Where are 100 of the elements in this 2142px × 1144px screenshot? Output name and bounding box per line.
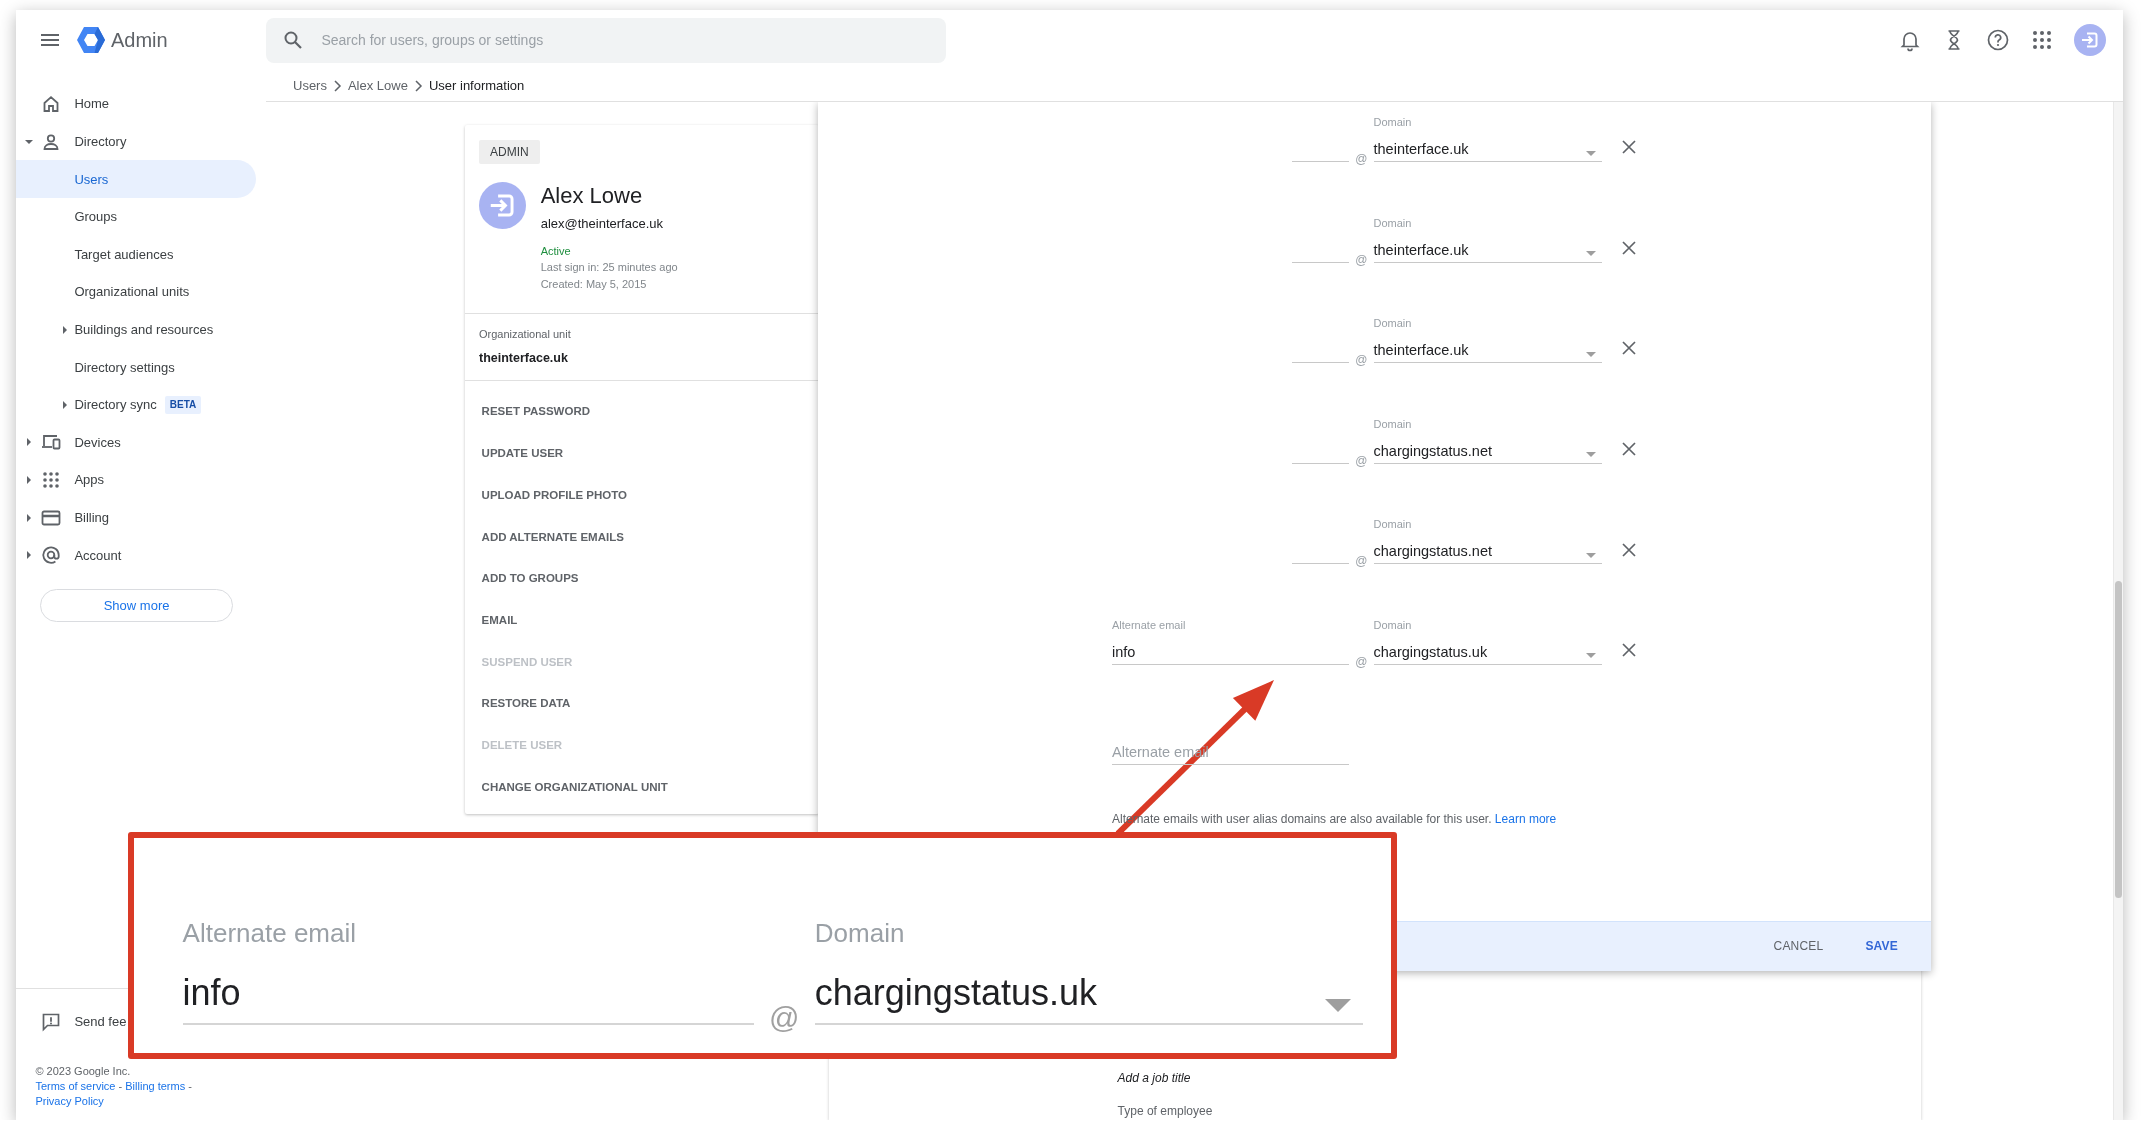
close-icon[interactable] (1622, 643, 1637, 658)
nav-item[interactable]: Groups (16, 197, 256, 236)
chevron-right-icon (413, 79, 423, 92)
nav-item[interactable]: Home (16, 85, 256, 123)
dropdown-caret-icon (1585, 653, 1596, 659)
nav-item[interactable]: Directory (16, 122, 256, 161)
nav-item[interactable]: Billing (16, 498, 256, 537)
caret-icon[interactable] (24, 139, 33, 144)
domain-select[interactable]: theinterface.uk (1373, 139, 1602, 162)
action-link[interactable]: RESTORE DATA (481, 697, 571, 710)
close-icon[interactable] (1622, 542, 1637, 557)
search-icon (283, 30, 303, 50)
domain-select[interactable]: chargingstatus.net (1373, 440, 1602, 464)
user-name: Alex Lowe (540, 183, 644, 210)
created-date-text: Created: May 5, 2015 (540, 276, 648, 292)
field-label: Domain (1373, 416, 1413, 431)
footer-link[interactable]: Privacy Policy (35, 1095, 104, 1107)
at-sign-icon (41, 545, 62, 566)
caret-icon[interactable] (26, 513, 31, 522)
action-link[interactable]: ADD ALTERNATE EMAILS (481, 530, 624, 543)
app-name: Admin (111, 28, 168, 52)
action-link[interactable]: ADD TO GROUPS (481, 572, 579, 585)
last-sign-in-text: Last sign in: 25 minutes ago (540, 259, 678, 275)
field-label: Type of employee (1117, 1103, 1214, 1119)
job-title-hint[interactable]: Add a job title (1117, 1069, 1921, 1086)
at-sign-text: @ (1354, 353, 1369, 368)
copyright-text: © 2023 Google Inc. (35, 1064, 132, 1079)
field-label: Domain (1373, 115, 1413, 129)
domain-select[interactable]: theinterface.uk (1373, 340, 1602, 364)
help-icon[interactable] (1986, 28, 2010, 52)
close-icon[interactable] (1622, 442, 1637, 457)
field-label: Alternate email (182, 918, 357, 949)
nav-item[interactable]: Target audiences (16, 235, 256, 274)
action-link[interactable]: CHANGE ORGANIZATIONAL UNIT (481, 780, 668, 793)
action-link[interactable]: EMAIL (481, 613, 518, 626)
show-more-button[interactable]: Show more (40, 588, 233, 622)
caret-icon[interactable] (63, 400, 67, 409)
action-link[interactable]: UPDATE USER (481, 447, 564, 460)
footer-link[interactable]: Terms of service (35, 1080, 116, 1092)
learn-more-link[interactable]: Learn more (1494, 811, 1557, 826)
close-icon[interactable] (1622, 341, 1637, 356)
alternate-email-field[interactable]: info (182, 972, 754, 1025)
menu-icon[interactable] (40, 34, 59, 46)
scrollbar-thumb[interactable] (2115, 581, 2122, 898)
at-sign-text: @ (1354, 252, 1369, 267)
field-label: Domain (1373, 617, 1413, 632)
nav-item[interactable]: Users (16, 160, 256, 198)
hexagon-logo-icon[interactable] (77, 27, 105, 53)
chevron-right-icon (332, 79, 342, 92)
avatar-icon (479, 181, 526, 229)
role-badge: ADMIN (479, 140, 540, 165)
domain-select[interactable]: chargingstatus.uk (1373, 641, 1602, 665)
field-label: Domain (1373, 316, 1413, 331)
close-icon[interactable] (1622, 140, 1637, 155)
primary-button[interactable]: SAVE (1857, 931, 1906, 962)
at-sign-text: @ (1354, 453, 1369, 468)
field-label: Alternate email (1112, 617, 1187, 632)
action-link[interactable]: UPLOAD PROFILE PHOTO (481, 488, 628, 501)
caret-icon[interactable] (26, 551, 31, 560)
field-label: Domain (1373, 517, 1413, 532)
domain-select[interactable]: chargingstatus.uk (814, 972, 1364, 1025)
field-label: Domain (814, 918, 906, 949)
org-unit-value: theinterface.uk (479, 349, 569, 367)
caret-icon[interactable] (63, 325, 67, 334)
action-link[interactable]: RESET PASSWORD (481, 405, 590, 418)
breadcrumb-link[interactable]: Alex Lowe (347, 78, 408, 93)
caret-icon[interactable] (26, 438, 31, 447)
nav-item[interactable]: Buildings and resources (16, 310, 256, 349)
link-separator: - (188, 1080, 192, 1092)
feedback-link[interactable]: Send fee (74, 1014, 127, 1030)
nav-item[interactable]: Devices (16, 423, 256, 462)
close-icon[interactable] (1622, 240, 1637, 255)
nav-item[interactable]: Directory settings (16, 348, 256, 386)
dropdown-caret-icon (1585, 150, 1596, 156)
dropdown-caret-icon (1585, 452, 1596, 458)
secondary-button[interactable]: CANCEL (1765, 931, 1832, 962)
dropdown-caret-icon (1585, 251, 1596, 257)
dropdown-caret-icon (1585, 552, 1596, 558)
at-sign-text: @ (1354, 152, 1369, 166)
dropdown-caret-icon (1325, 998, 1352, 1012)
feedback-icon[interactable] (41, 1011, 62, 1032)
user-email: alex@theinterface.uk (540, 214, 664, 233)
search-field[interactable]: Search for users, groups or settings (266, 17, 946, 63)
link-separator: - (118, 1080, 123, 1092)
beta-badge: BETA (164, 395, 202, 414)
nav-item[interactable]: Apps (16, 461, 256, 499)
nav-item[interactable]: Account (16, 536, 256, 574)
alternate-email-field[interactable]: info (1112, 641, 1349, 665)
nav-item[interactable]: Organizational units (16, 273, 256, 311)
footer-link[interactable]: Billing terms (125, 1080, 186, 1092)
scrollbar-track[interactable] (2113, 102, 2123, 1120)
nav-item[interactable]: Directory sync BETA (16, 385, 256, 424)
at-sign-text: @ (1354, 554, 1369, 569)
domain-select[interactable]: chargingstatus.net (1373, 541, 1602, 565)
breadcrumb-link[interactable]: Users (293, 78, 327, 93)
grid-icon[interactable] (2030, 28, 2054, 52)
breadcrumb-current: User information (428, 78, 525, 93)
field-label: Organizational unit (479, 327, 572, 342)
caret-icon[interactable] (26, 475, 31, 484)
domain-select[interactable]: theinterface.uk (1373, 239, 1602, 263)
